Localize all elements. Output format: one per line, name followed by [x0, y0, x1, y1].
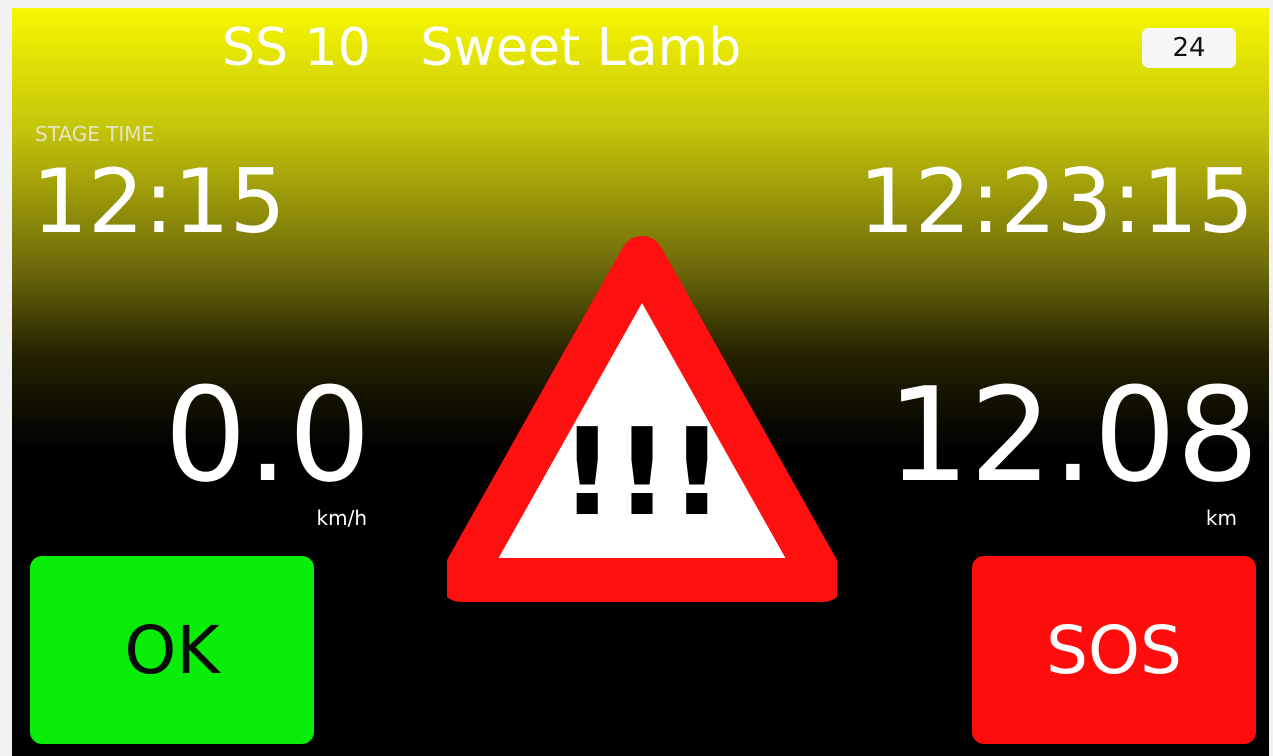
stage-title: SS 10 Sweet Lamb	[222, 18, 742, 78]
rally-safety-screen: SS 10 Sweet Lamb 24 STAGE TIME 12:15 12:…	[12, 8, 1269, 756]
distance-value: 12.08	[886, 359, 1259, 511]
speed-unit: km/h	[316, 506, 367, 530]
clock-time: 12:23:15	[858, 150, 1254, 253]
stage-number-badge: 24	[1142, 28, 1236, 68]
stage-time-value: 12:15	[32, 150, 286, 253]
distance-unit: km	[1205, 506, 1237, 530]
warning-symbol: !!!	[560, 404, 724, 543]
speed-value: 0.0	[164, 359, 371, 511]
warning-triangle-icon: !!!	[447, 236, 837, 602]
ok-button[interactable]: OK	[30, 556, 314, 744]
stage-time-label: STAGE TIME	[35, 122, 155, 146]
sos-button[interactable]: SOS	[972, 556, 1256, 744]
